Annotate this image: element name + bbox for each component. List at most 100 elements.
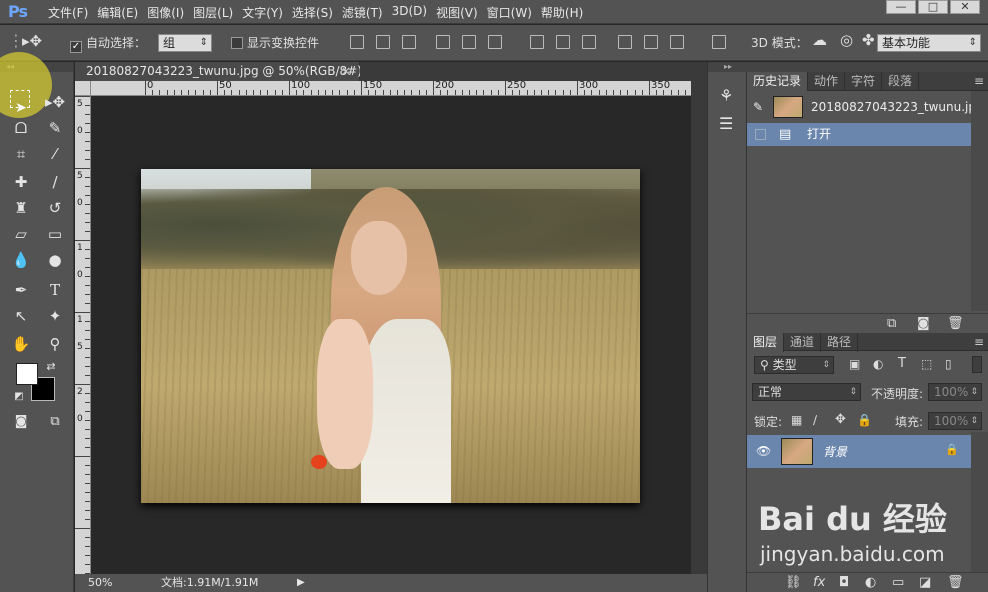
link-layers-icon[interactable]: ⛓ <box>785 575 802 590</box>
document-tab-close-icon[interactable]: × <box>341 62 351 81</box>
history-state-checkbox[interactable] <box>755 129 766 140</box>
hand-icon[interactable]: ✋ <box>10 334 32 354</box>
filter-shape-icon[interactable]: ⬚ <box>921 357 932 371</box>
horizontal-ruler[interactable]: 0 50 100 150 200 250 300 350 <box>91 81 691 96</box>
screen-mode-icon[interactable]: ⧉ <box>44 412 66 432</box>
blend-mode-dropdown[interactable]: 正常 <box>752 383 861 401</box>
eraser-icon[interactable]: ▱ <box>10 224 32 244</box>
snapshot-brush-icon[interactable]: ✎ <box>753 92 763 122</box>
fill-input[interactable]: 100% <box>928 412 982 430</box>
filter-smart-icon[interactable]: ▯ <box>945 357 952 371</box>
vertical-ruler[interactable]: 5 0 5 0 1 0 1 5 2 0 <box>75 96 91 574</box>
pen-icon[interactable]: ✒ <box>10 280 32 300</box>
new-layer-icon[interactable]: ◪ <box>919 575 931 590</box>
lasso-icon[interactable]: ᗝ <box>10 118 32 138</box>
swap-colors-icon[interactable]: ⇄ <box>40 357 62 377</box>
zoom-icon[interactable]: ⚲ <box>44 334 66 354</box>
menu-layer[interactable]: 图层(L) <box>193 4 242 21</box>
menu-image[interactable]: 图像(I) <box>147 4 193 21</box>
distribute-hcenter-icon[interactable] <box>644 35 658 49</box>
menu-type[interactable]: 文字(Y) <box>242 4 292 21</box>
layers-panel-menu-icon[interactable]: ≡ <box>974 333 984 351</box>
menu-view[interactable]: 视图(V) <box>436 4 487 21</box>
layer-row[interactable]: 👁 背景 🔒 <box>747 435 971 468</box>
delete-layer-icon[interactable]: 🗑 <box>947 575 964 590</box>
strip-collapse[interactable]: ▸▸ <box>708 62 748 72</box>
filter-type-icon[interactable]: T <box>898 356 906 371</box>
layer-visibility-eye-icon[interactable]: 👁 <box>756 444 771 458</box>
tab-channels[interactable]: 通道 <box>784 333 822 352</box>
distribute-right-icon[interactable] <box>670 35 684 49</box>
layers-scrollbar[interactable] <box>971 432 988 572</box>
type-tool-icon[interactable]: T <box>44 280 66 300</box>
pan-3d-icon[interactable]: ✤ <box>862 31 875 49</box>
clone-stamp-icon[interactable]: ♜ <box>10 198 32 218</box>
brush-presets-icon[interactable]: ⚘ <box>719 86 733 105</box>
healing-brush-icon[interactable]: ✚ <box>10 172 32 192</box>
history-state[interactable]: ▤ 打开 <box>747 123 971 146</box>
history-panel-menu-icon[interactable]: ≡ <box>974 72 984 91</box>
default-colors-icon[interactable]: ◩ <box>8 387 30 407</box>
tab-layers[interactable]: 图层 <box>747 333 785 352</box>
move-tool-icon[interactable]: ▸✥ <box>44 92 66 112</box>
lock-pixels-icon[interactable]: ∕ <box>813 413 817 427</box>
lock-all-icon[interactable]: 🔒 <box>857 413 872 427</box>
close-button[interactable]: ✕ <box>950 0 980 14</box>
menu-file[interactable]: 文件(F) <box>48 4 97 21</box>
new-group-icon[interactable]: ▭ <box>892 575 904 590</box>
auto-select-checkbox[interactable]: ✓ <box>70 41 82 53</box>
status-menu-arrow-icon[interactable]: ▶ <box>297 574 305 592</box>
menu-window[interactable]: 窗口(W) <box>487 4 541 21</box>
gradient-icon[interactable]: ▭ <box>44 224 66 244</box>
blur-icon[interactable]: 💧 <box>10 250 32 270</box>
canvas-image[interactable] <box>141 169 640 503</box>
filter-pixel-icon[interactable]: ▣ <box>849 357 860 371</box>
lock-position-icon[interactable]: ✥ <box>835 412 846 427</box>
add-mask-icon[interactable]: ◘ <box>839 575 849 590</box>
ruler-origin[interactable] <box>75 81 91 96</box>
menu-filter[interactable]: 滤镜(T) <box>342 4 392 21</box>
tab-actions[interactable]: 动作 <box>808 72 846 91</box>
tab-paragraph[interactable]: 段落 <box>882 72 920 91</box>
distribute-top-icon[interactable] <box>530 35 544 49</box>
distribute-vcenter-icon[interactable] <box>556 35 570 49</box>
menu-3d[interactable]: 3D(D) <box>392 4 436 21</box>
auto-select-option[interactable]: ✓ 自动选择： <box>70 34 146 53</box>
opacity-input[interactable]: 100% <box>928 383 982 401</box>
new-adjustment-layer-icon[interactable]: ◐ <box>865 575 876 590</box>
auto-select-dropdown[interactable]: 组 <box>158 34 212 52</box>
brush-icon[interactable]: ∕ <box>44 172 66 192</box>
layer-style-icon[interactable]: fx <box>813 575 825 590</box>
filter-toggle[interactable] <box>972 356 982 373</box>
menu-select[interactable]: 选择(S) <box>292 4 342 21</box>
vertical-scrollbar[interactable] <box>691 81 707 576</box>
lock-transparent-icon[interactable]: ▦ <box>791 413 802 427</box>
eyedropper-icon[interactable]: ⁄ <box>44 144 66 164</box>
foreground-color-swatch[interactable] <box>16 363 38 385</box>
menu-help[interactable]: 帮助(H) <box>541 4 592 21</box>
roll-3d-icon[interactable]: ◎ <box>840 31 853 49</box>
align-top-icon[interactable] <box>350 35 364 49</box>
new-document-from-state-icon[interactable]: ⧉ <box>887 316 896 331</box>
tab-history[interactable]: 历史记录 <box>747 72 809 91</box>
layer-lock-icon[interactable]: 🔒 <box>945 443 959 456</box>
delete-state-icon[interactable]: 🗑 <box>947 316 964 331</box>
move-tool-preset-icon[interactable]: ▸✥ <box>22 32 42 50</box>
rotate-3d-icon[interactable]: ☁ <box>812 31 827 49</box>
layer-name[interactable]: 背景 <box>823 443 847 460</box>
minimize-button[interactable]: — <box>886 0 916 14</box>
quick-mask-icon[interactable]: ◙ <box>10 412 32 432</box>
workspace-dropdown[interactable]: 基本功能 <box>877 34 981 52</box>
crop-icon[interactable]: ⌗ <box>10 144 32 164</box>
dodge-icon[interactable]: ● <box>44 250 66 270</box>
distribute-left-icon[interactable] <box>618 35 632 49</box>
maximize-button[interactable]: □ <box>918 0 948 14</box>
align-left-icon[interactable] <box>436 35 450 49</box>
filter-adjustment-icon[interactable]: ◐ <box>873 357 883 371</box>
tab-character[interactable]: 字符 <box>845 72 883 91</box>
align-bottom-icon[interactable] <box>402 35 416 49</box>
layer-filter-dropdown[interactable]: ⚲ 类型 <box>754 356 834 374</box>
path-select-icon[interactable]: ↖ <box>10 306 32 326</box>
quick-select-icon[interactable]: ✎ <box>44 118 66 138</box>
transform-controls-option[interactable]: 显示变换控件 <box>231 34 319 51</box>
